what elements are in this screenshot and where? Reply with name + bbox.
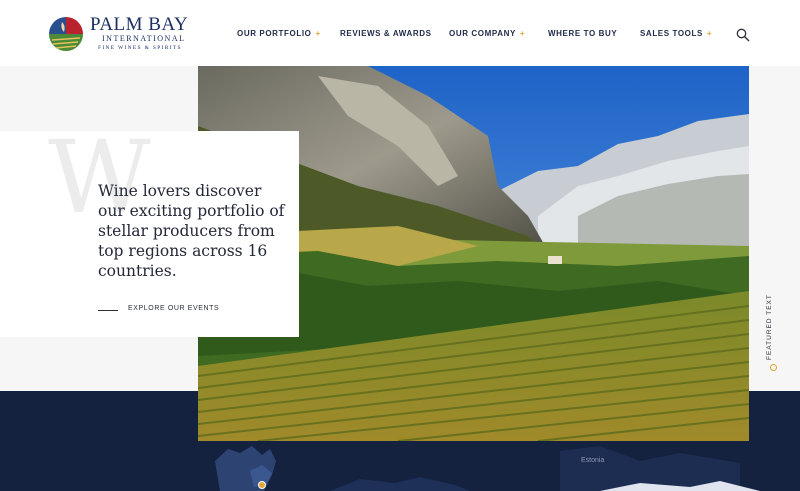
nav-label: SALES TOOLS bbox=[640, 29, 703, 38]
expand-plus-icon: + bbox=[315, 29, 321, 38]
expand-plus-icon: + bbox=[706, 29, 713, 38]
nav-label: OUR PORTFOLIO bbox=[237, 29, 312, 38]
circle-indicator-icon bbox=[770, 364, 777, 371]
featured-text-label: FEATURED TEXT bbox=[766, 294, 773, 360]
hero-headline: Wine lovers discover our exciting portfo… bbox=[98, 182, 285, 280]
nav-label: REVIEWS & AWARDS bbox=[340, 29, 432, 38]
brand-tagline: FINE WINES & SPIRITS bbox=[98, 45, 182, 51]
nav-item-where-to-buy[interactable]: WHERE TO BUY bbox=[548, 29, 617, 38]
expand-plus-icon: + bbox=[519, 29, 526, 38]
link-dash-icon bbox=[98, 310, 118, 311]
nav-label: OUR COMPANY bbox=[449, 29, 516, 38]
nav-item-our-company[interactable]: OUR COMPANY + bbox=[449, 29, 525, 38]
featured-text-toggle[interactable]: FEATURED TEXT bbox=[766, 294, 780, 374]
explore-events-label: EXPLORE OUR EVENTS bbox=[128, 305, 220, 312]
nav-item-sales-tools[interactable]: SALES TOOLS + bbox=[640, 29, 712, 38]
main-nav: OUR PORTFOLIO + REVIEWS & AWARDS OUR COMP… bbox=[0, 29, 800, 43]
nav-label: WHERE TO BUY bbox=[548, 29, 618, 38]
nav-item-reviews-awards[interactable]: REVIEWS & AWARDS bbox=[340, 29, 432, 38]
site-header: PALM BAY INTERNATIONAL FINE WINES & SPIR… bbox=[0, 0, 800, 66]
nav-item-our-portfolio[interactable]: OUR PORTFOLIO + bbox=[237, 29, 321, 38]
search-icon[interactable] bbox=[736, 28, 750, 42]
map-country-label: Estonia bbox=[581, 457, 605, 464]
